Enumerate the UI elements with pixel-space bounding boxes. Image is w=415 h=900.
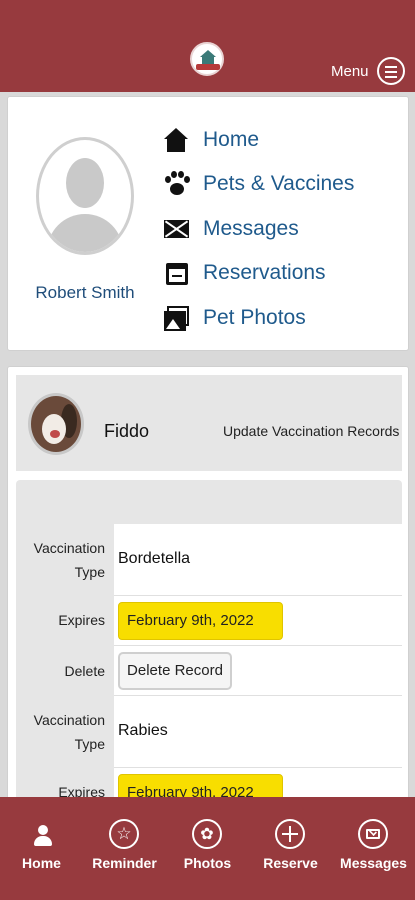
tab-reserve[interactable]: Reserve bbox=[249, 797, 332, 900]
expires-row: Expires February 9th, 2022 bbox=[16, 596, 402, 646]
tab-label: Photos bbox=[183, 855, 232, 871]
flower-icon: ✿ bbox=[192, 819, 222, 849]
tab-label: Home bbox=[22, 855, 61, 871]
tab-home[interactable]: Home bbox=[0, 797, 83, 900]
nav-item-home[interactable]: Home bbox=[163, 125, 403, 155]
nav-item-label: Pet Photos bbox=[203, 306, 306, 329]
user-name[interactable]: Robert Smith bbox=[30, 283, 140, 303]
nav-item-label: Pets & Vaccines bbox=[203, 172, 355, 195]
plus-icon bbox=[275, 819, 305, 849]
app-logo[interactable] bbox=[190, 42, 224, 76]
delete-row: Delete Delete Record bbox=[16, 646, 402, 696]
vaccination-type-row: Vaccination Type Rabies bbox=[16, 696, 402, 768]
menu-label[interactable]: Menu bbox=[331, 63, 369, 80]
tab-reminder[interactable]: ☆ Reminder bbox=[83, 797, 166, 900]
app-header: Menu bbox=[0, 0, 415, 92]
nav-item-reservations[interactable]: Reservations bbox=[163, 258, 403, 288]
person-icon bbox=[26, 819, 56, 849]
avatar bbox=[36, 137, 134, 255]
vaccination-type-row: Vaccination Type Bordetella bbox=[16, 524, 402, 596]
tab-label: Reminder bbox=[92, 855, 157, 871]
profile-card: Robert Smith Home Pets & Vaccines Messag… bbox=[7, 96, 409, 351]
vaccination-records-panel: Vaccination Type Bordetella Expires Febr… bbox=[16, 480, 402, 805]
pet-vaccines-section: Fiddo Update Vaccination Records Vaccina… bbox=[7, 366, 409, 806]
vaccination-type-value: Bordetella bbox=[118, 550, 191, 567]
tab-photos[interactable]: ✿ Photos bbox=[166, 797, 249, 900]
expires-date-field[interactable]: February 9th, 2022 bbox=[118, 602, 283, 640]
pet-avatar[interactable] bbox=[28, 393, 84, 455]
delete-record-button[interactable]: Delete Record bbox=[118, 652, 232, 690]
photos-icon bbox=[163, 304, 191, 332]
nav-item-label: Messages bbox=[203, 217, 299, 240]
tab-label: Reserve bbox=[263, 855, 318, 871]
pet-name: Fiddo bbox=[104, 421, 150, 441]
paw-icon bbox=[163, 170, 191, 198]
vaccination-type-label: Vaccination Type bbox=[33, 540, 105, 580]
star-icon: ☆ bbox=[109, 819, 139, 849]
home-icon bbox=[163, 126, 191, 154]
nav-item-pet-photos[interactable]: Pet Photos bbox=[163, 303, 403, 333]
mail-icon bbox=[358, 819, 388, 849]
bottom-tab-bar: Home ☆ Reminder ✿ Photos Reserve Message… bbox=[0, 797, 415, 900]
nav-item-label: Home bbox=[203, 128, 260, 151]
tab-label: Messages bbox=[340, 855, 407, 871]
nav-item-label: Reservations bbox=[203, 261, 326, 284]
nav-item-pets-vaccines[interactable]: Pets & Vaccines bbox=[163, 169, 403, 199]
calendar-icon bbox=[163, 259, 191, 287]
vaccination-type-value: Rabies bbox=[118, 722, 168, 739]
menu-button[interactable] bbox=[377, 57, 405, 85]
pet-header: Fiddo Update Vaccination Records bbox=[16, 375, 402, 471]
update-vaccination-records-link[interactable]: Update Vaccination Records bbox=[223, 423, 399, 439]
nav-item-messages[interactable]: Messages bbox=[163, 214, 403, 244]
expires-label: Expires bbox=[58, 612, 105, 628]
envelope-icon bbox=[163, 215, 191, 243]
tab-messages[interactable]: Messages bbox=[332, 797, 415, 900]
delete-label: Delete bbox=[64, 663, 105, 679]
vaccination-type-label: Vaccination Type bbox=[33, 712, 105, 752]
